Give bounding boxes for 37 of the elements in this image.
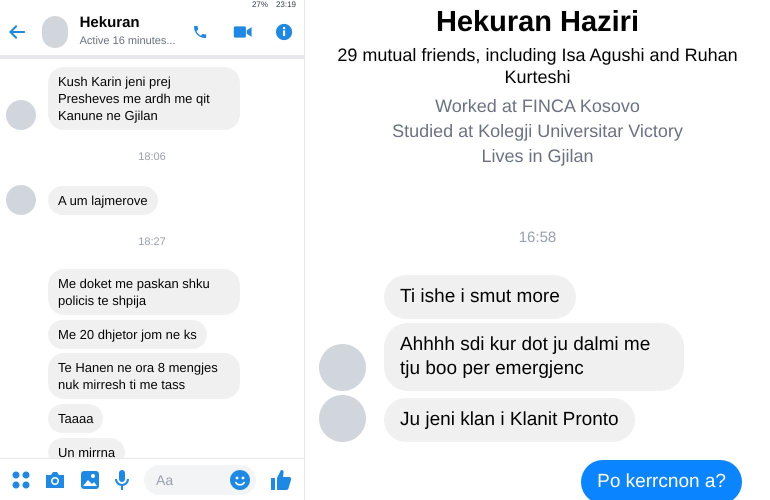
avatar (6, 100, 36, 130)
received-message: A um lajmerove (48, 186, 158, 214)
timestamp: 18:06 (138, 150, 166, 165)
battery-level: 27% (252, 0, 268, 8)
received-message: Me doket me paskan shku policis te shpija (48, 269, 240, 315)
contact-name: Hekuran (80, 14, 141, 34)
grid-dots-icon[interactable] (12, 470, 30, 488)
mutual-friends: 29 mutual friends, including Isa Agushi and Ruhan Kurteshi (336, 44, 739, 88)
back-arrow-icon[interactable] (8, 23, 26, 41)
microphone-icon[interactable] (114, 468, 130, 490)
image-icon[interactable] (80, 470, 100, 490)
info-icon[interactable] (276, 22, 292, 42)
avatar (42, 16, 68, 48)
avatar (319, 394, 366, 442)
thumbs-up-icon[interactable] (270, 468, 292, 490)
received-message: Te Hanen ne ora 8 mengjes nuk mirresh ti me tass (48, 353, 240, 399)
timestamp: 16:58 (518, 228, 556, 248)
active-status: Active 16 minutes... (80, 34, 176, 50)
timestamp: 18:27 (138, 234, 166, 250)
received-message: Me 20 dhjetor jom ne ks (48, 320, 207, 349)
received-message: Ju jeni klan i Klanit Pronto (384, 398, 635, 442)
received-message: Ti ishe i smut more (384, 274, 576, 319)
profile-detail: Studied at Kolegji Universitar Victory (392, 120, 683, 144)
received-message: Un mirrna (48, 438, 126, 458)
avatar (6, 184, 36, 214)
profile-name: Hekuran Haziri (436, 5, 640, 40)
received-message: Kush Karin jeni prej Presheves me ardh me qit Kanune ne Gjilan (48, 67, 240, 130)
sent-message: Po kerrcnon a? (581, 460, 742, 500)
smiley-icon[interactable] (230, 470, 250, 490)
camera-icon[interactable] (44, 470, 66, 490)
avatar (319, 344, 366, 391)
message-input-field[interactable]: Aa (144, 464, 256, 494)
profile-detail: Lives in Gjilan (481, 145, 594, 168)
profile-detail: Worked at FINCA Kosovo (435, 95, 640, 118)
received-message: Taaaa (48, 404, 104, 433)
received-message: Ahhhh sdi kur dot ju dalmi me tju boo per emergjenc (384, 322, 684, 391)
status-time: 23:19 (276, 0, 296, 8)
